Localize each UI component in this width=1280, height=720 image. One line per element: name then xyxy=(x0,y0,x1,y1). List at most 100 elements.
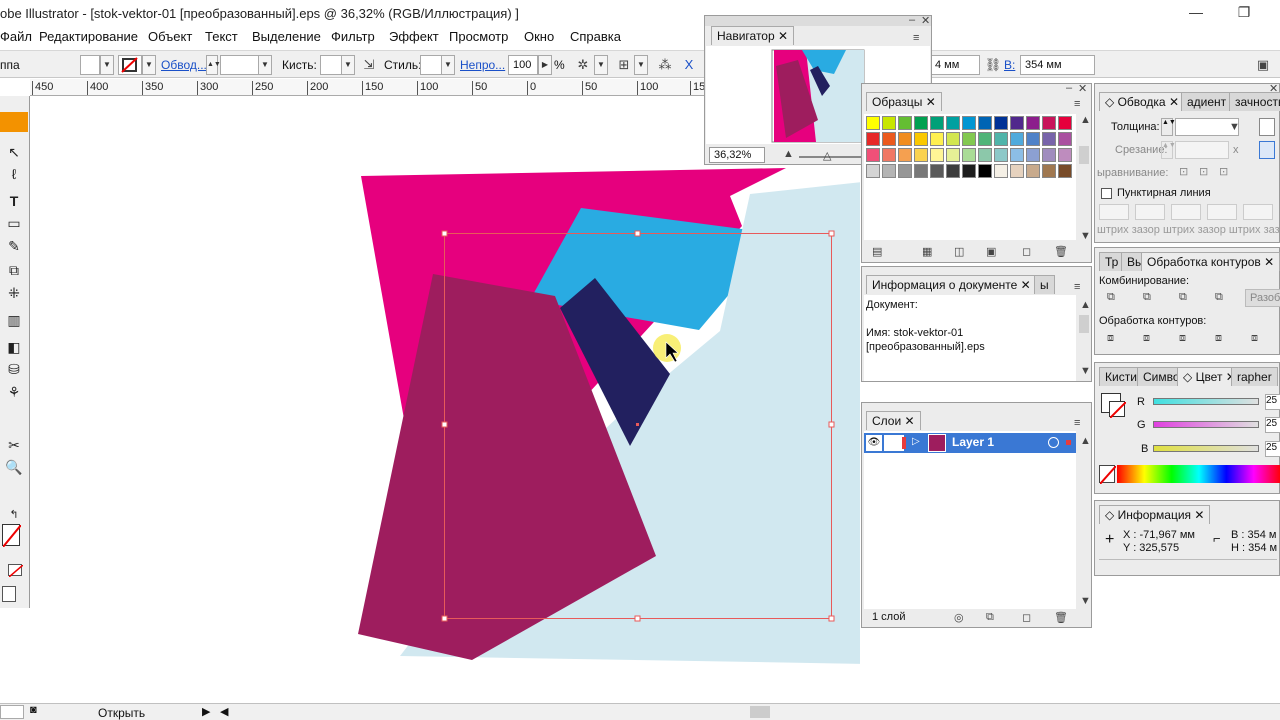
color-swatch[interactable] xyxy=(866,164,880,178)
tab-transparency[interactable]: зачность xyxy=(1229,92,1280,111)
cap-butt-icon[interactable] xyxy=(1259,118,1275,136)
color-swatch[interactable] xyxy=(1010,132,1024,146)
status-menu-arrow-icon[interactable]: ▶ xyxy=(202,705,210,718)
collapse-icon[interactable]: – xyxy=(909,14,915,26)
tab-info[interactable]: ◇ Информация ✕ xyxy=(1099,505,1211,524)
artwork[interactable] xyxy=(30,96,870,706)
tab-close-icon[interactable]: ✕ xyxy=(1194,508,1204,522)
expand-triangle-icon[interactable]: ▷ xyxy=(912,436,920,447)
direct-selection-tool-icon[interactable]: ↖ xyxy=(0,141,28,163)
color-swatch[interactable] xyxy=(978,116,992,130)
color-swatch[interactable] xyxy=(914,148,928,162)
panel-menu-icon[interactable]: ≡ xyxy=(913,32,919,44)
minimize-button[interactable]: — xyxy=(1186,4,1206,20)
brush-swatch[interactable] xyxy=(320,55,342,75)
color-swatch[interactable] xyxy=(994,164,1008,178)
panel-menu-icon[interactable]: ≡ xyxy=(1074,98,1080,110)
color-spectrum[interactable] xyxy=(1117,465,1280,483)
none-color-swatch[interactable] xyxy=(1099,465,1117,485)
crop-icon[interactable]: ⧈ xyxy=(1215,332,1222,345)
transform-icon[interactable]: ⁂ xyxy=(656,56,674,74)
menu-edit[interactable]: Редактирование xyxy=(39,29,138,44)
menu-filter[interactable]: Фильтр xyxy=(331,29,375,44)
color-swatch[interactable] xyxy=(1010,116,1024,130)
opacity-input[interactable]: 100 xyxy=(508,55,538,75)
intersect-shape-icon[interactable]: ⧉ xyxy=(1179,291,1187,304)
scroll-down-icon[interactable]: ▼ xyxy=(1080,365,1091,377)
menu-file[interactable]: Файл xyxy=(0,29,32,44)
scroll-up-icon[interactable]: ▲ xyxy=(1080,114,1091,126)
color-swatch[interactable] xyxy=(978,132,992,146)
tab-close-icon[interactable]: ✕ xyxy=(926,95,936,109)
fill-swatch[interactable] xyxy=(80,55,100,75)
scrollbar-thumb[interactable] xyxy=(1079,146,1089,164)
color-swatch[interactable] xyxy=(898,132,912,146)
color-swatch[interactable] xyxy=(898,164,912,178)
stroke-swatch[interactable] xyxy=(118,55,142,75)
tab-close-icon[interactable]: ✕ xyxy=(1264,255,1274,269)
menu-help[interactable]: Справка xyxy=(570,29,621,44)
color-swatch[interactable] xyxy=(1058,116,1072,130)
pencil-tool-icon[interactable]: ✎ xyxy=(0,235,28,257)
color-swatch[interactable] xyxy=(946,132,960,146)
b-slider[interactable] xyxy=(1153,445,1259,452)
tab-document-info[interactable]: Информация о документе ✕ xyxy=(866,275,1037,294)
workspace-icon[interactable]: ▣ xyxy=(1254,56,1272,74)
color-swatch[interactable] xyxy=(898,148,912,162)
opacity-link[interactable]: Непро... xyxy=(460,58,505,72)
g-slider[interactable] xyxy=(1153,421,1259,428)
color-swatch[interactable] xyxy=(1010,164,1024,178)
r-input[interactable]: 25 xyxy=(1265,394,1280,410)
scroll-left-icon[interactable]: ◀ xyxy=(220,705,228,718)
menu-object[interactable]: Объект xyxy=(148,29,192,44)
color-swatch[interactable] xyxy=(930,132,944,146)
stroke-weight-dropdown[interactable]: ▼ xyxy=(258,55,272,75)
color-swatch[interactable] xyxy=(930,116,944,130)
show-kinds-icon[interactable]: ▦ xyxy=(922,245,932,258)
status-toggle-icon[interactable]: ◙ xyxy=(30,704,37,716)
scroll-down-icon[interactable]: ▼ xyxy=(1080,595,1091,607)
swatch-options-icon[interactable]: ◫ xyxy=(954,245,964,258)
height-input[interactable]: 354 мм xyxy=(1020,55,1095,75)
subtract-shape-icon[interactable]: ⧉ xyxy=(1143,291,1151,304)
gap-input[interactable] xyxy=(1135,204,1165,220)
color-swatch[interactable] xyxy=(962,164,976,178)
screen-mode-icon[interactable] xyxy=(2,586,16,602)
b-input[interactable]: 25 xyxy=(1265,441,1280,457)
color-swatch[interactable] xyxy=(1010,148,1024,162)
outline-icon[interactable]: ⧈ xyxy=(1251,332,1258,345)
trash-icon[interactable]: 🗑 xyxy=(1054,611,1068,624)
swap-colors-icon[interactable]: ↰ xyxy=(0,504,28,526)
color-swatch[interactable] xyxy=(978,164,992,178)
swatch-grid[interactable] xyxy=(864,114,1076,240)
color-swatch[interactable] xyxy=(994,116,1008,130)
recolor-dropdown[interactable]: ▼ xyxy=(594,55,608,75)
fill-dropdown[interactable]: ▼ xyxy=(100,55,114,75)
swatch-library-icon[interactable]: ▤ xyxy=(872,245,882,258)
panel-menu-icon[interactable]: ≡ xyxy=(1074,281,1080,293)
restore-button[interactable]: ❐ xyxy=(1234,4,1254,21)
free-transform-tool-icon[interactable]: ⁜ xyxy=(0,282,28,304)
miter-input[interactable] xyxy=(1175,141,1229,159)
panel-menu-icon[interactable]: ≡ xyxy=(1074,417,1080,429)
stroke-link[interactable]: Обвод... xyxy=(161,58,207,72)
color-swatch[interactable] xyxy=(882,116,896,130)
color-swatch[interactable] xyxy=(1026,132,1040,146)
color-swatch[interactable] xyxy=(1058,148,1072,162)
menu-effect[interactable]: Эффект xyxy=(389,29,439,44)
tab-layers[interactable]: Слои ✕ xyxy=(866,411,921,430)
color-swatch[interactable] xyxy=(1026,148,1040,162)
zoom-tool-icon[interactable]: 🔍 xyxy=(0,456,28,478)
tab-stroke[interactable]: ◇ Обводка ✕ xyxy=(1099,92,1186,111)
align-inside-icon[interactable]: ⊡ xyxy=(1199,165,1208,178)
color-swatch[interactable] xyxy=(866,148,880,162)
thickness-stepper[interactable]: ▲▼ xyxy=(1161,118,1176,136)
tab-graphic-styles[interactable]: rapher xyxy=(1231,367,1278,386)
blend-tool-icon[interactable]: ⛁ xyxy=(0,358,28,380)
tab-navigator[interactable]: Навигатор ✕ xyxy=(711,26,795,45)
color-swatch[interactable] xyxy=(898,116,912,130)
x-link-icon[interactable]: X xyxy=(680,56,698,74)
miter-stepper[interactable]: ▲▼ xyxy=(1161,141,1176,159)
horizontal-scroll-thumb[interactable] xyxy=(750,706,770,718)
new-sublayer-icon[interactable]: ◻ xyxy=(1022,611,1031,624)
